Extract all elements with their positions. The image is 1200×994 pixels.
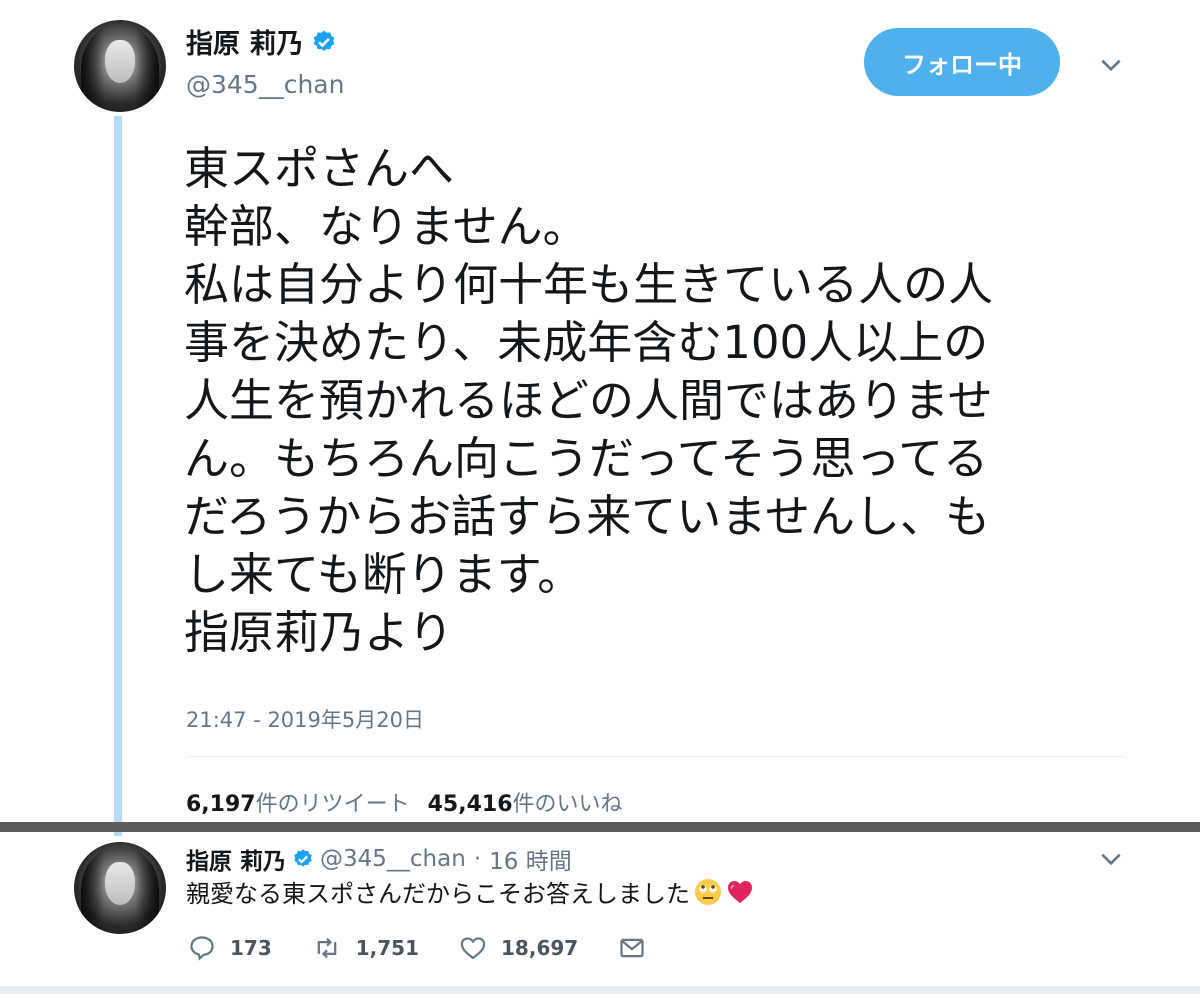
- like-action[interactable]: 18,697: [459, 934, 578, 962]
- reply-text: 親愛なる東スポさんだからこそお答えしました: [186, 874, 754, 909]
- rolling-eyes-emoji-icon: [694, 878, 722, 906]
- display-name[interactable]: 指原 莉乃: [186, 22, 303, 61]
- dm-icon: [620, 938, 644, 958]
- tweet-text-line: ん。もちろん向こうだってそう思ってる: [184, 432, 989, 485]
- like-count: 45,416: [427, 792, 513, 817]
- reply-display-name[interactable]: 指原 莉乃: [186, 842, 286, 876]
- divider: [186, 756, 1126, 757]
- reply-handle[interactable]: @345__chan: [320, 846, 466, 872]
- tweet-text: 東スポさんへ 幹部、なりません。 私は自分より何十年も生きている人の人 事を決め…: [184, 140, 1124, 662]
- retweet-stat[interactable]: 6,197件のリツイート: [186, 786, 410, 818]
- like-icon: [460, 937, 486, 960]
- like-label: 件のいいね: [512, 792, 623, 817]
- chevron-down-icon[interactable]: [1098, 846, 1124, 872]
- thread-line: [114, 116, 122, 836]
- tweet-text-line: 人生を預かれるほどの人間ではありませ: [184, 374, 993, 427]
- retweet-action[interactable]: 1,751: [312, 934, 419, 962]
- reply-actions: 173 1,751 18,697: [188, 934, 700, 962]
- avatar[interactable]: [74, 20, 166, 112]
- tweet-text-line: 指原莉乃より: [184, 606, 454, 659]
- bottom-divider: [0, 986, 1200, 994]
- retweet-count: 1,751: [355, 936, 420, 960]
- tweet-text-line: 東スポさんへ: [184, 142, 455, 195]
- tweet-stats: 6,197件のリツイート 45,416件のいいね: [186, 786, 623, 818]
- separator-bar: [0, 822, 1200, 832]
- tweet-timestamp[interactable]: 21:47 - 2019年5月20日: [186, 704, 424, 734]
- verified-badge-icon: [292, 848, 314, 870]
- reply-avatar[interactable]: [74, 842, 166, 934]
- tweet-text-line: し来ても断ります。: [184, 548, 583, 601]
- retweet-icon: [317, 937, 337, 959]
- dm-action[interactable]: [618, 934, 660, 962]
- retweet-count: 6,197: [186, 792, 256, 817]
- user-handle[interactable]: @345__chan: [186, 70, 344, 99]
- reply-time[interactable]: 16 時間: [489, 842, 572, 876]
- reply-count: 173: [230, 936, 272, 960]
- following-button[interactable]: フォロー中: [864, 28, 1060, 96]
- verified-badge-icon: [311, 29, 337, 55]
- like-stat[interactable]: 45,416件のいいね: [428, 786, 623, 818]
- like-count: 18,697: [501, 936, 579, 960]
- chevron-down-icon[interactable]: [1098, 52, 1124, 78]
- reply-text-body: 親愛なる東スポさんだからこそお答えしました: [186, 880, 690, 908]
- tweet-text-line: 事を決めたり、未成年含む100人以上の: [184, 316, 989, 369]
- tweet-text-line: 幹部、なりません。: [184, 200, 588, 253]
- retweet-label: 件のリツイート: [255, 792, 410, 817]
- heart-emoji-icon: [726, 878, 754, 906]
- tweet-author[interactable]: 指原 莉乃: [186, 22, 337, 61]
- reply-action[interactable]: 173: [188, 934, 272, 962]
- reply-header: 指原 莉乃 @345__chan · 16 時間: [186, 842, 572, 876]
- tweet-text-line: 私は自分より何十年も生きている人の人: [184, 258, 994, 311]
- tweet-text-line: だろうからお話すら来ていませんし、も: [184, 490, 990, 543]
- separator-dot: ·: [473, 846, 482, 872]
- reply-icon: [190, 936, 214, 961]
